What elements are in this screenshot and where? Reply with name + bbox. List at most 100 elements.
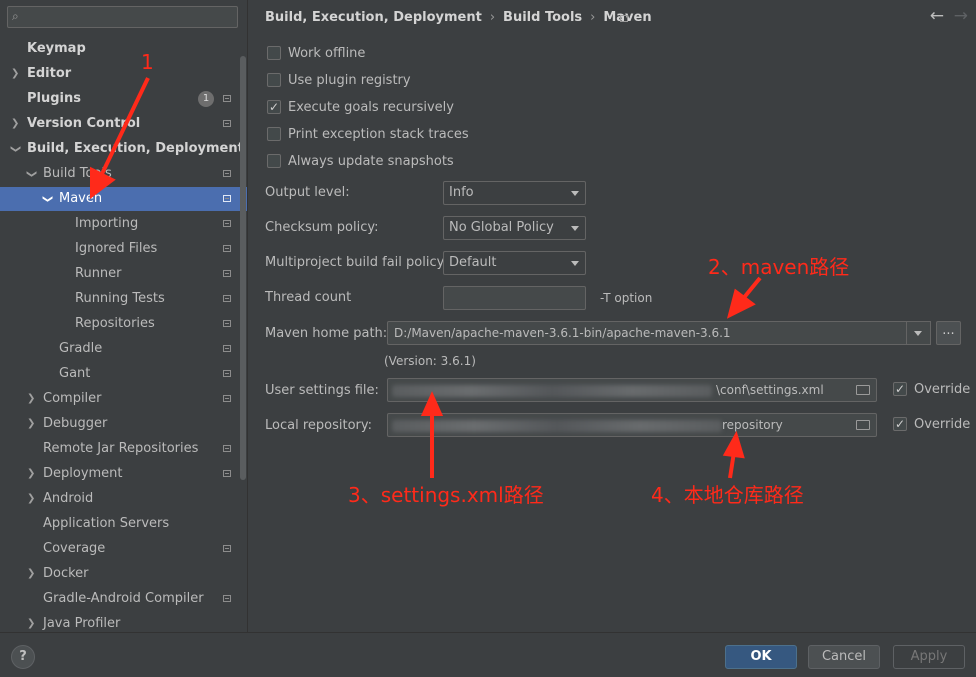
local-repository-input[interactable]: repository	[387, 413, 877, 437]
chevron-right-icon[interactable]: ❯	[27, 487, 35, 511]
multiproject-fail-policy-select[interactable]: Default	[443, 251, 586, 275]
breadcrumb-separator-icon: ›	[590, 10, 596, 25]
sidebar-item-runner[interactable]: Runner	[0, 262, 240, 286]
thread-count-input[interactable]	[443, 286, 586, 310]
sidebar-scrollbar[interactable]	[240, 56, 246, 480]
browse-button[interactable]: ...	[936, 321, 961, 345]
maven-home-dropdown-button[interactable]	[906, 321, 931, 345]
sidebar-item-label: Maven	[59, 191, 103, 206]
sidebar-item-editor[interactable]: ❯ Editor	[0, 62, 240, 86]
maven-home-path-input[interactable]: D:/Maven/apache-maven-3.6.1-bin/apache-m…	[387, 321, 908, 345]
checksum-policy-select[interactable]: No Global Policy	[443, 216, 586, 240]
chevron-down-icon[interactable]: ❯	[19, 170, 43, 178]
sidebar-item-label: Android	[43, 491, 94, 506]
sidebar-item-deployment[interactable]: ❯ Deployment	[0, 462, 240, 486]
sidebar-item-android[interactable]: ❯ Android	[0, 487, 240, 511]
sidebar-item-importing[interactable]: Importing	[0, 212, 240, 236]
sidebar-item-label: Repositories	[75, 316, 155, 331]
sidebar-item-version-control[interactable]: ❯ Version Control	[0, 112, 240, 136]
checkbox-label: Use plugin registry	[288, 73, 411, 88]
sidebar-item-ignored-files[interactable]: Ignored Files	[0, 237, 240, 261]
checkbox-box[interactable]	[267, 46, 281, 60]
chevron-down-icon[interactable]: ❯	[3, 145, 27, 153]
chevron-right-icon[interactable]: ❯	[27, 462, 35, 486]
checkbox-box[interactable]	[893, 414, 907, 434]
project-settings-icon	[223, 245, 231, 252]
ok-button[interactable]: OK	[725, 645, 797, 669]
back-arrow-icon[interactable]: ←	[930, 6, 944, 26]
sidebar-item-remote-jar-repositories[interactable]: Remote Jar Repositories	[0, 437, 240, 461]
checkbox-box[interactable]	[893, 379, 907, 399]
sidebar-item-coverage[interactable]: Coverage	[0, 537, 240, 561]
settings-sidebar: ⌕ Keymap ❯ Editor Plugins 1 ❯ Version Co…	[0, 0, 248, 632]
folder-icon[interactable]	[856, 420, 870, 430]
folder-icon[interactable]	[856, 385, 870, 395]
sidebar-item-label: Remote Jar Repositories	[43, 441, 199, 456]
search-input[interactable]: ⌕	[7, 6, 238, 28]
forward-arrow-icon[interactable]: →	[954, 6, 968, 26]
project-settings-icon	[223, 295, 231, 302]
sidebar-item-label: Gradle	[59, 341, 103, 356]
sidebar-item-label: Application Servers	[43, 516, 170, 531]
checkbox-label: Always update snapshots	[288, 154, 454, 169]
sidebar-item-label: Version Control	[27, 116, 141, 131]
output-level-select[interactable]: Info	[443, 181, 586, 205]
sidebar-item-compiler[interactable]: ❯ Compiler	[0, 387, 240, 411]
sidebar-item-label: Debugger	[43, 416, 108, 431]
sidebar-item-debugger[interactable]: ❯ Debugger	[0, 412, 240, 436]
sidebar-item-maven[interactable]: ❯ Maven	[0, 187, 247, 211]
sidebar-item-label: Running Tests	[75, 291, 165, 306]
sidebar-item-java-profiler[interactable]: ❯ Java Profiler	[0, 612, 240, 632]
user-settings-file-input[interactable]: \conf\settings.xml	[387, 378, 877, 402]
sidebar-item-application-servers[interactable]: Application Servers	[0, 512, 240, 536]
sidebar-item-label: Ignored Files	[75, 241, 158, 256]
chevron-right-icon[interactable]: ❯	[11, 62, 19, 86]
checkbox-box[interactable]	[267, 154, 281, 168]
chevron-right-icon[interactable]: ❯	[27, 412, 35, 436]
chevron-right-icon[interactable]: ❯	[27, 562, 35, 586]
maven-home-path-value: D:/Maven/apache-maven-3.6.1-bin/apache-m…	[394, 326, 731, 340]
sidebar-item-label: Java Profiler	[43, 616, 121, 631]
chevron-right-icon[interactable]: ❯	[27, 612, 35, 632]
apply-button[interactable]: Apply	[893, 645, 965, 669]
project-settings-icon	[223, 595, 231, 602]
chevron-down-icon[interactable]: ❯	[35, 195, 59, 203]
sidebar-item-label: Coverage	[43, 541, 106, 556]
checkbox-label: Work offline	[288, 46, 366, 61]
sidebar-item-label: Plugins	[27, 91, 81, 106]
annotation-4: 4、本地仓库路径	[651, 483, 804, 507]
cancel-button[interactable]: Cancel	[808, 645, 880, 669]
sidebar-item-docker[interactable]: ❯ Docker	[0, 562, 240, 586]
sidebar-item-keymap[interactable]: Keymap	[0, 37, 240, 61]
sidebar-item-build-execution-deployment[interactable]: ❯ Build, Execution, Deployment	[0, 137, 244, 161]
chevron-down-icon	[571, 261, 579, 266]
project-settings-icon	[223, 445, 231, 452]
sidebar-item-label: Editor	[27, 66, 72, 81]
chevron-right-icon[interactable]: ❯	[27, 387, 35, 411]
sidebar-item-plugins[interactable]: Plugins 1	[0, 87, 240, 111]
chevron-right-icon[interactable]: ❯	[11, 112, 19, 136]
breadcrumb: Build, Execution, Deployment › Build Tools…	[265, 10, 652, 25]
checkbox-box[interactable]	[267, 97, 281, 117]
annotation-3: 3、settings.xml路径	[348, 483, 544, 507]
help-button[interactable]: ?	[11, 645, 35, 669]
sidebar-item-gradle-android-compiler[interactable]: Gradle-Android Compiler	[0, 587, 240, 611]
project-settings-icon	[223, 320, 231, 327]
checkbox-label: Execute goals recursively	[288, 100, 454, 115]
sidebar-item-gant[interactable]: Gant	[0, 362, 240, 386]
project-settings-icon	[223, 195, 231, 202]
sidebar-item-label: Gant	[59, 366, 91, 381]
sidebar-item-repositories[interactable]: Repositories	[0, 312, 240, 336]
local-repository-label: Local repository:	[265, 418, 372, 433]
sidebar-item-running-tests[interactable]: Running Tests	[0, 287, 240, 311]
checkbox-box[interactable]	[267, 127, 281, 141]
annotation-2: 2、maven路径	[708, 255, 850, 279]
annotation-1: 1	[141, 50, 154, 74]
project-settings-icon	[223, 220, 231, 227]
maven-version-text: (Version: 3.6.1)	[384, 354, 476, 368]
chevron-down-icon	[571, 191, 579, 196]
sidebar-item-gradle[interactable]: Gradle	[0, 337, 240, 361]
checkbox-box[interactable]	[267, 73, 281, 87]
checkbox-label: Override	[914, 382, 971, 397]
sidebar-item-build-tools[interactable]: ❯ Build Tools	[0, 162, 240, 186]
